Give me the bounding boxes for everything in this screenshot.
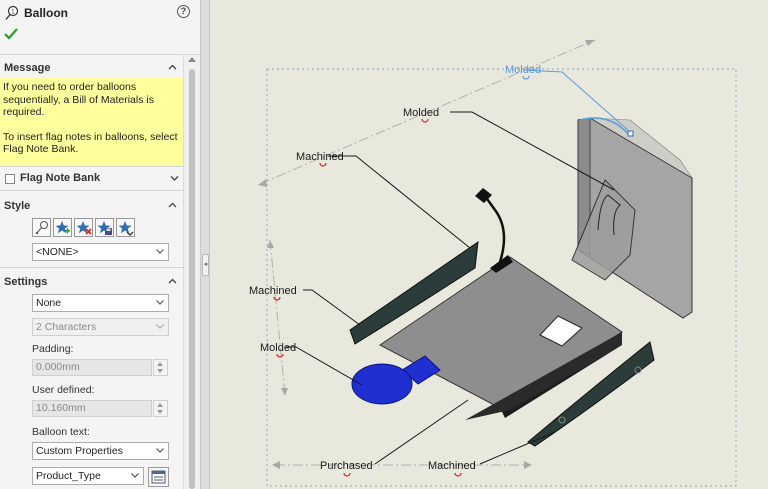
guide-arrowheads bbox=[258, 40, 595, 469]
style-select[interactable]: <NONE> bbox=[32, 243, 169, 261]
model-drawing: Molded Molded Machined Machined Molded P… bbox=[249, 39, 737, 487]
balloon-machined-left[interactable]: Machined bbox=[296, 151, 344, 163]
settings-section-header[interactable]: Settings bbox=[0, 272, 183, 292]
panel-splitter[interactable]: ◂ bbox=[200, 0, 210, 489]
user-defined-spinner[interactable] bbox=[153, 400, 168, 417]
save-style-button[interactable] bbox=[95, 218, 114, 237]
balloon-molded-top[interactable]: Molded bbox=[403, 107, 439, 119]
scroll-up-arrow[interactable] bbox=[188, 57, 196, 62]
panel-title-row: 1 Balloon bbox=[5, 4, 68, 22]
balloon-text-select[interactable]: Custom Properties bbox=[32, 442, 169, 460]
style-toolbar bbox=[32, 218, 137, 237]
balloon-shape-value: None bbox=[36, 297, 62, 309]
remove-style-button[interactable] bbox=[74, 218, 93, 237]
flag-note-bank-checkbox[interactable] bbox=[5, 174, 15, 184]
padding-label: Padding: bbox=[32, 343, 74, 355]
graphics-viewport[interactable]: Molded Molded Machined Machined Molded P… bbox=[210, 0, 768, 489]
balloon-text-value: Custom Properties bbox=[36, 445, 123, 457]
selected-attachment-marker bbox=[522, 75, 530, 80]
star-load-icon bbox=[118, 221, 134, 236]
padding-input[interactable]: 0.000mm bbox=[32, 359, 152, 376]
star-save-icon bbox=[97, 221, 112, 235]
chevron-down-icon bbox=[156, 324, 164, 329]
property-list-button[interactable] bbox=[148, 467, 169, 487]
balloon-size-value: 2 Characters bbox=[36, 321, 97, 333]
message-box: If you need to order balloons sequential… bbox=[0, 78, 183, 166]
attachment-markers bbox=[273, 118, 462, 477]
star-add-icon bbox=[55, 221, 70, 234]
flag-note-bank-label[interactable]: Flag Note Bank bbox=[20, 172, 100, 184]
chevron-up-icon[interactable] bbox=[168, 202, 177, 208]
panel-scrollbar[interactable] bbox=[183, 55, 200, 489]
balloon-tool-icon: 1 bbox=[5, 5, 19, 20]
balloon-molded-selected[interactable]: Molded bbox=[505, 64, 541, 76]
balloon-size-select[interactable]: 2 Characters bbox=[32, 318, 169, 336]
purchased-knob bbox=[351, 355, 441, 405]
help-icon[interactable]: ? bbox=[177, 5, 190, 18]
style-heading: Style bbox=[4, 200, 31, 212]
message-section-header[interactable]: Message bbox=[0, 58, 183, 78]
user-defined-input[interactable]: 10.160mm bbox=[32, 400, 152, 417]
property-name-select[interactable]: Product_Type bbox=[32, 467, 144, 485]
ok-checkmark-icon[interactable] bbox=[4, 28, 18, 40]
balloon-machined-bottom[interactable]: Machined bbox=[428, 460, 476, 472]
chevron-down-icon bbox=[156, 249, 164, 254]
chevron-down-icon bbox=[156, 300, 164, 305]
property-list-icon bbox=[151, 470, 166, 484]
user-defined-label: User defined: bbox=[32, 384, 95, 396]
property-manager-panel: Message If you need to order balloons se… bbox=[0, 0, 183, 489]
balloon-machined-mid[interactable]: Machined bbox=[249, 285, 297, 297]
chevron-down-icon bbox=[156, 448, 164, 453]
panel-title: Balloon bbox=[24, 6, 68, 20]
message-text-2: To insert flag notes in balloons, select… bbox=[3, 130, 178, 156]
splitter-grip[interactable]: ◂ bbox=[202, 254, 209, 276]
scroll-thumb[interactable] bbox=[189, 69, 195, 489]
star-remove-icon bbox=[76, 221, 92, 235]
chevron-down-icon bbox=[131, 473, 139, 478]
balloon-purchased[interactable]: Purchased bbox=[320, 460, 373, 472]
add-style-button[interactable] bbox=[53, 218, 72, 237]
style-select-value: <NONE> bbox=[36, 246, 79, 258]
settings-heading: Settings bbox=[4, 276, 48, 288]
layout-guides bbox=[259, 39, 596, 466]
property-name-value: Product_Type bbox=[36, 470, 101, 482]
chevron-up-icon[interactable] bbox=[168, 278, 177, 284]
panel-header: 1 Balloon ? bbox=[0, 0, 200, 55]
chevron-down-icon[interactable] bbox=[170, 175, 179, 181]
message-text-1: If you need to order balloons sequential… bbox=[3, 81, 154, 118]
balloon-text-label: Balloon text: bbox=[32, 426, 90, 438]
message-heading: Message bbox=[4, 62, 51, 74]
load-style-button[interactable] bbox=[116, 218, 135, 237]
balloon-style-button[interactable] bbox=[32, 218, 51, 237]
balloon-style-icon bbox=[35, 221, 48, 235]
balloon-shape-select[interactable]: None bbox=[32, 294, 169, 312]
style-section-header[interactable]: Style bbox=[0, 196, 183, 216]
chevron-up-icon[interactable] bbox=[168, 64, 177, 70]
molded-holder bbox=[571, 117, 693, 319]
padding-spinner[interactable] bbox=[153, 359, 168, 376]
balloon-molded-left[interactable]: Molded bbox=[260, 342, 296, 354]
